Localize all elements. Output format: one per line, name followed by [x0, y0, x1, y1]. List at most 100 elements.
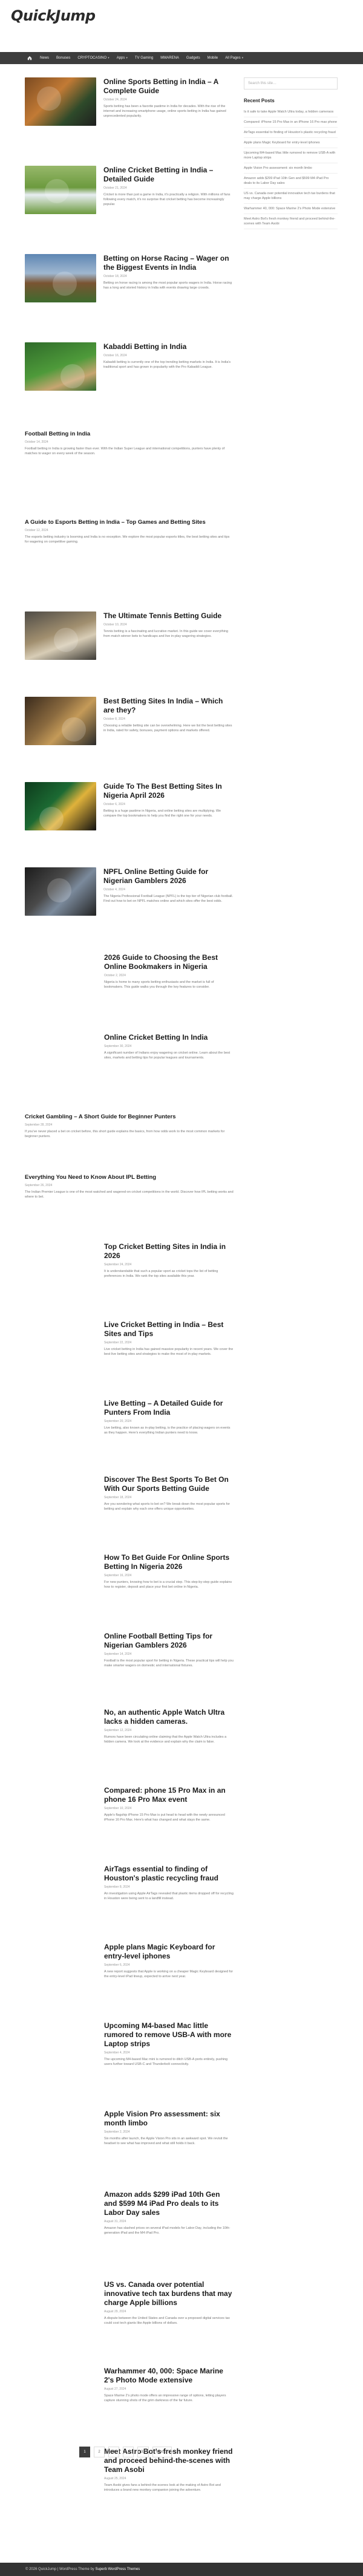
post-date: October 14, 2024 — [25, 440, 48, 444]
footer-theme-link[interactable]: Superb WordPress Themes — [95, 2568, 140, 2571]
post-excerpt: It is understandable that such a popular… — [104, 1270, 218, 1278]
post-item: A Guide to Esports Betting in India – To… — [25, 519, 234, 544]
post-item: US vs. Canada over potential innovative … — [25, 2280, 234, 2326]
post-excerpt: Are you wondering what sports to bet on?… — [104, 1502, 231, 1511]
recent-post-link[interactable]: Compared: iPhone 15 Pro Max in an iPhone… — [244, 117, 338, 128]
post-title-link[interactable]: Online Football Betting Tips for Nigeria… — [104, 1632, 234, 1650]
post-thumbnail-image[interactable] — [25, 166, 96, 214]
site-logo[interactable]: QuickJump — [11, 7, 96, 24]
page-number-button[interactable]: 1 — [79, 2447, 90, 2457]
page-number-button[interactable]: 3 — [108, 2447, 119, 2457]
post-title-link[interactable]: Live Betting – A Detailed Guide for Punt… — [104, 1399, 234, 1417]
post-title-link[interactable]: US vs. Canada over potential innovative … — [104, 2280, 234, 2307]
nav-item-label: MMARENA — [160, 56, 179, 60]
search-input[interactable]: Search this site… — [244, 77, 338, 90]
nav-item[interactable]: Mobile — [208, 56, 226, 60]
post-thumbnail-image[interactable] — [25, 697, 96, 745]
page-number-button[interactable]: 2 — [94, 2447, 105, 2457]
thumbnail-decoration — [60, 364, 85, 388]
post-excerpt: A dispute between the United States and … — [104, 2317, 230, 2325]
post-title-link[interactable]: Compared: phone 15 Pro Max in an phone 1… — [104, 1786, 234, 1804]
recent-post-link[interactable]: Warhammer 40, 000: Space Marine 2's Phot… — [244, 204, 338, 214]
home-icon[interactable] — [25, 52, 34, 64]
post-excerpt: Apple's flagship iPhone 15 Pro Max is pu… — [104, 1813, 225, 1822]
recent-post-link[interactable]: Meet Astro Bot's fresh monkey friend and… — [244, 214, 338, 229]
nav-item[interactable]: All Pages ▾ — [225, 56, 250, 60]
post-date: September 30, 2024 — [104, 1045, 132, 1048]
post-title-link[interactable]: 2026 Guide to Choosing the Best Online B… — [104, 953, 234, 971]
post-body: A Guide to Esports Betting in India – To… — [25, 519, 234, 544]
post-excerpt: Sports betting has been a favorite pasti… — [103, 105, 226, 118]
recent-post-link[interactable]: Apple Vision Pro assessment: six month l… — [244, 163, 338, 174]
post-excerpt: An investigation using Apple AirTags rev… — [104, 1892, 234, 1900]
recent-post-link[interactable]: Upcoming M4-based Mac little rumored to … — [244, 148, 338, 163]
post-title-link[interactable]: Guide To The Best Betting Sites In Niger… — [103, 782, 234, 800]
chevron-down-icon: ▾ — [108, 56, 110, 60]
post-title-link[interactable]: NPFL Online Betting Guide for Nigerian G… — [103, 867, 234, 885]
post-excerpt: Rumors have been circulating online clai… — [104, 1735, 227, 1744]
nav-item[interactable]: TV Gaming — [135, 56, 160, 60]
page-number-button[interactable]: … — [123, 2447, 134, 2457]
post-thumbnail-image[interactable] — [25, 611, 96, 660]
post-title-link[interactable]: Cricket Gambling – A Short Guide for Beg… — [25, 1114, 234, 1121]
recent-post-link[interactable]: Apple plans Magic Keyboard for entry-lev… — [244, 138, 338, 148]
nav-item[interactable]: Apps ▾ — [117, 56, 135, 60]
post-excerpt: Football betting in India is growing fas… — [25, 447, 225, 455]
post-title-link[interactable]: Discover The Best Sports To Bet On With … — [104, 1475, 234, 1493]
post-title-link[interactable]: Betting on Horse Racing – Wager on the B… — [103, 254, 234, 272]
post-title-link[interactable]: How To Bet Guide For Online Sports Betti… — [104, 1553, 234, 1571]
post-title-link[interactable]: Live Cricket Betting in India – Best Sit… — [104, 1320, 234, 1339]
post-body: Betting on Horse Racing – Wager on the B… — [103, 254, 234, 302]
post-title-link[interactable]: Top Cricket Betting Sites in India in 20… — [104, 1242, 234, 1260]
post-item: NPFL Online Betting Guide for Nigerian G… — [25, 867, 234, 916]
post-item: Kabaddi Betting in India October 16, 2024… — [25, 342, 234, 391]
post-title-link[interactable]: The Ultimate Tennis Betting Guide — [103, 611, 234, 621]
post-title-link[interactable]: A Guide to Esports Betting in India – To… — [25, 519, 234, 526]
post-excerpt: A new report suggests that Apple is work… — [104, 1970, 234, 1978]
post-title-link[interactable]: Football Betting in India — [25, 431, 234, 438]
post-title-link[interactable]: Online Sports Betting in India – A Compl… — [103, 77, 234, 96]
post-title-link[interactable]: AirTags essential to finding of Houston'… — [104, 1865, 234, 1883]
post-item: Betting on Horse Racing – Wager on the B… — [25, 254, 234, 302]
nav-item[interactable]: CRYPTOCASINO ▾ — [77, 56, 116, 60]
nav-item[interactable]: Gadgets — [186, 56, 208, 60]
post-title-link[interactable]: Warhammer 40, 000: Space Marine 2's Phot… — [104, 2367, 234, 2385]
nav-item-label: Bonuses — [56, 56, 71, 60]
nav-item-label: CRYPTOCASINO — [77, 56, 107, 60]
post-title-link[interactable]: Best Betting Sites In India – Which are … — [103, 697, 234, 715]
recent-post-link[interactable]: AirTags essential to finding of Houston'… — [244, 128, 338, 138]
post-item: Apple Vision Pro assessment: six month l… — [25, 2110, 234, 2146]
post-title-link[interactable]: Online Cricket Betting In India — [104, 1033, 234, 1042]
post-thumbnail-image[interactable] — [25, 342, 96, 391]
next-page-button[interactable]: Next → — [152, 2447, 172, 2457]
post-title-link[interactable]: Online Cricket Betting in India – Detail… — [103, 166, 234, 184]
post-excerpt: For new punters, knowing how to bet is a… — [104, 1580, 232, 1589]
site-footer: © 2026 QuickJump | WordPress Theme by Su… — [0, 2563, 363, 2576]
post-title-link[interactable]: Apple plans Magic Keyboard for entry-lev… — [104, 1943, 234, 1961]
post-item: Guide To The Best Betting Sites In Niger… — [25, 782, 234, 830]
post-title-link[interactable]: Upcoming M4-based Mac little rumored to … — [104, 2021, 234, 2049]
post-date: September 4, 2024 — [104, 2051, 130, 2055]
recent-post-link[interactable]: Is it safe to take Apple Watch Ultra tod… — [244, 107, 338, 117]
post-item: Warhammer 40, 000: Space Marine 2's Phot… — [25, 2367, 234, 2403]
post-title-link[interactable]: Amazon adds $299 iPad 10th Gen and $599 … — [104, 2190, 234, 2217]
post-title-link[interactable]: Apple Vision Pro assessment: six month l… — [104, 2110, 234, 2128]
nav-item-label: Mobile — [207, 56, 218, 60]
post-thumbnail-image[interactable] — [25, 867, 96, 916]
recent-post-link[interactable]: US vs. Canada over potential innovative … — [244, 189, 338, 204]
nav-item[interactable]: Bonuses — [56, 56, 77, 60]
recent-post-link[interactable]: Amazon adds $299 iPad 10th Gen and $599 … — [244, 174, 338, 189]
post-title-link[interactable]: Everything You Need to Know About IPL Be… — [25, 1174, 234, 1181]
nav-item-label: News — [40, 56, 50, 60]
post-title-link[interactable]: Kabaddi Betting in India — [103, 342, 234, 351]
post-body: Compared: phone 15 Pro Max in an phone 1… — [104, 1786, 234, 1822]
post-item: AirTags essential to finding of Houston'… — [25, 1865, 234, 1901]
page-number-button[interactable]: 32 — [137, 2447, 149, 2457]
post-title-link[interactable]: No, an authentic Apple Watch Ultra lacks… — [104, 1708, 234, 1726]
nav-item[interactable]: News — [40, 56, 56, 60]
post-thumbnail-image[interactable] — [25, 254, 96, 302]
post-body: Football Betting in India October 14, 202… — [25, 431, 234, 456]
nav-item[interactable]: MMARENA — [160, 56, 186, 60]
post-thumbnail-image[interactable] — [25, 77, 96, 126]
post-thumbnail-image[interactable] — [25, 782, 96, 830]
